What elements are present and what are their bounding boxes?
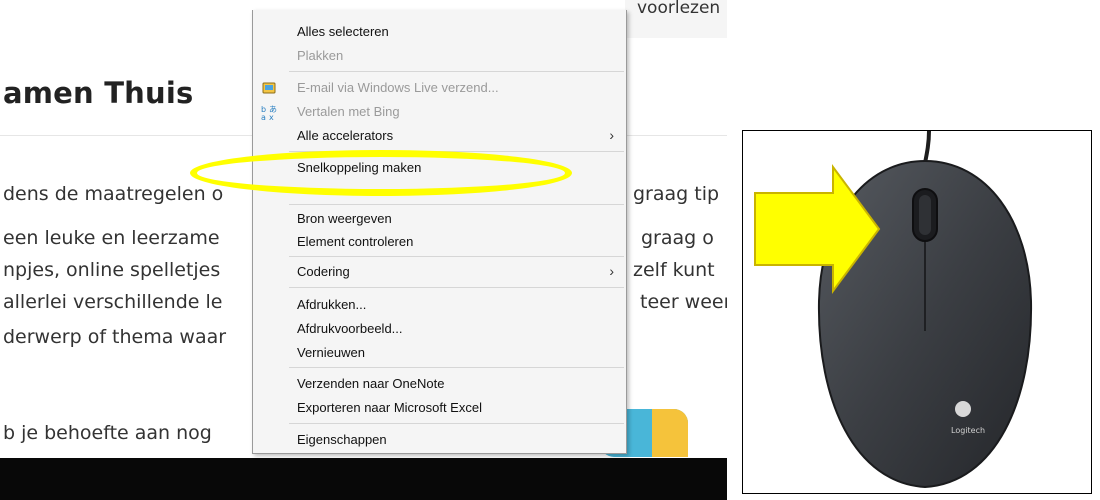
menu-item-all-accelerators[interactable]: Alle accelerators › <box>253 124 626 148</box>
svg-text:x: x <box>269 113 274 120</box>
context-menu: Alles selecteren Plakken E-mail via Wind… <box>252 10 627 454</box>
windows-live-mail-icon <box>261 80 277 96</box>
bing-translate-icon: bあax <box>261 104 277 122</box>
top-text: voorlezen <box>637 0 721 18</box>
menu-separator <box>289 71 624 72</box>
menu-item-label: Vernieuwen <box>297 345 365 360</box>
paragraph-line: b je behoefte aan nog <box>3 422 212 444</box>
menu-item-label: Vertalen met Bing <box>297 104 400 119</box>
paragraph-line: teer weer <box>640 291 727 313</box>
menu-item-label: Alles selecteren <box>297 24 389 39</box>
menu-separator <box>289 287 624 288</box>
menu-separator <box>289 367 624 368</box>
menu-item-properties[interactable]: Eigenschappen <box>253 428 626 452</box>
menu-item-translate-bing[interactable]: bあax Vertalen met Bing <box>253 100 626 124</box>
menu-item-print[interactable]: Afdrukken... <box>253 293 626 317</box>
menu-item-label: Bron weergeven <box>297 211 392 226</box>
paragraph-line: een leuke en leerzame <box>3 227 220 249</box>
submenu-arrow-icon: › <box>609 263 614 279</box>
menu-item-label: E-mail via Windows Live verzend... <box>297 80 499 95</box>
mouse-icon: Logitech <box>754 131 1033 489</box>
menu-item-select-all[interactable]: Alles selecteren <box>253 20 626 44</box>
submenu-arrow-icon: › <box>609 127 614 143</box>
menu-item-email-windows-live[interactable]: E-mail via Windows Live verzend... <box>253 76 626 100</box>
paragraph-line: allerlei verschillende le <box>3 291 223 313</box>
menu-item-label: Verzenden naar OneNote <box>297 376 445 391</box>
paragraph-line: derwerp of thema waar <box>3 326 227 348</box>
menu-item-label: Exporteren naar Microsoft Excel <box>297 400 482 415</box>
highlight-ellipse <box>190 150 572 196</box>
paragraph-line: dens de maatregelen o <box>3 183 224 205</box>
paragraph-line: zelf kunt <box>633 259 715 281</box>
menu-separator <box>289 256 624 257</box>
menu-separator <box>289 423 624 424</box>
menu-separator <box>289 204 624 205</box>
paragraph-line: graag o <box>641 227 714 249</box>
menu-item-label: Element controleren <box>297 234 414 249</box>
menu-item-label: Alle accelerators <box>297 128 394 143</box>
menu-item-label: Afdrukken... <box>297 297 367 312</box>
paragraph-line: npjes, online spelletjes <box>3 259 221 281</box>
menu-item-label: Afdrukvoorbeeld... <box>297 321 403 336</box>
menu-item-send-to-onenote[interactable]: Verzenden naar OneNote <box>253 372 626 396</box>
menu-item-inspect-element[interactable]: Element controleren <box>253 230 626 254</box>
menu-item-paste[interactable]: Plakken <box>253 44 626 68</box>
menu-item-label: Eigenschappen <box>297 432 387 447</box>
menu-item-refresh[interactable]: Vernieuwen <box>253 341 626 365</box>
paragraph-line: graag tip <box>633 183 720 205</box>
menu-item-label: Plakken <box>297 48 344 63</box>
menu-item-export-to-excel[interactable]: Exporteren naar Microsoft Excel <box>253 396 626 420</box>
mouse-image-panel: Logitech <box>742 130 1092 494</box>
menu-item-label: Codering <box>297 264 350 279</box>
svg-text:Logitech: Logitech <box>951 426 985 435</box>
svg-text:a: a <box>261 113 266 120</box>
menu-item-view-source[interactable]: Bron weergeven <box>253 207 626 231</box>
menu-item-print-preview[interactable]: Afdrukvoorbeeld... <box>253 317 626 341</box>
page-heading: amen Thuis <box>3 76 194 110</box>
top-strip: voorlezen <box>625 0 727 38</box>
black-bar <box>0 458 727 500</box>
menu-item-encoding[interactable]: Codering › <box>253 260 626 284</box>
